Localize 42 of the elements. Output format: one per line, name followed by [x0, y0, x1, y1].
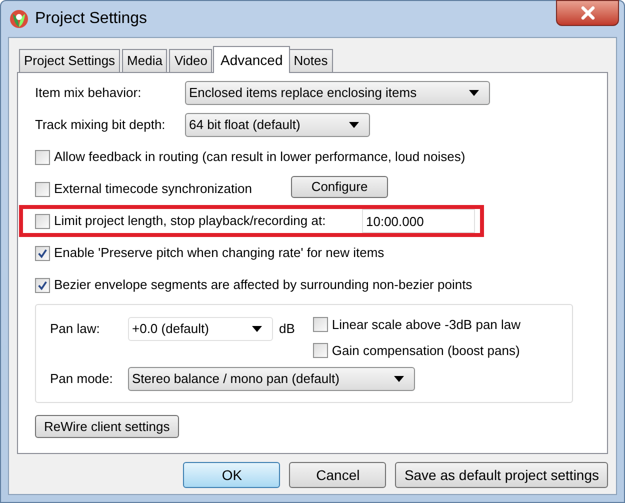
window-title: Project Settings: [35, 9, 148, 29]
tab[interactable]: Advanced: [213, 46, 290, 73]
checkbox-label: Linear scale above -3dB pan law: [332, 316, 521, 334]
rewire-settings-button[interactable]: ReWire client settings: [35, 415, 179, 438]
dropdown[interactable]: 64 bit float (default): [185, 113, 370, 137]
checkbox-label: External timecode synchronization: [54, 180, 252, 198]
dialog-button[interactable]: Cancel: [289, 462, 386, 488]
dialog-button[interactable]: Save as default project settings: [395, 462, 608, 488]
dropdown-arrow-icon: [252, 326, 262, 332]
checkbox[interactable]: [312, 342, 328, 358]
tab[interactable]: Project Settings: [19, 49, 120, 72]
dropdown[interactable]: Stereo balance / mono pan (default): [128, 367, 415, 391]
checkbox[interactable]: [35, 246, 50, 260]
checkbox[interactable]: [35, 278, 50, 292]
dropdown-arrow-icon: [394, 376, 404, 382]
dropdown[interactable]: Enclosed items replace enclosing items: [185, 81, 490, 105]
time-input-field[interactable]: 10:00.000: [362, 209, 475, 233]
checkbox-label: Limit project length, stop playback/recording at:: [54, 212, 326, 230]
tab[interactable]: Video: [169, 49, 212, 72]
pan-law-label: Pan law:: [50, 320, 101, 338]
option-label: Item mix behavior:: [35, 84, 142, 102]
dropdown[interactable]: +0.0 (default): [128, 317, 273, 341]
unit-label: dB: [279, 320, 295, 338]
checkbox[interactable]: [35, 182, 50, 196]
option-label: Track mixing bit depth:: [35, 116, 166, 134]
checkbox-label: Enable 'Preserve pitch when changing rate' for new items: [54, 244, 384, 262]
close-icon: [580, 6, 596, 20]
checkbox-label: Bezier envelope segments are affected by surrounding non-bezier points: [54, 276, 472, 294]
tab[interactable]: Notes: [288, 49, 333, 72]
app-logo-icon: [9, 9, 29, 29]
dropdown-arrow-icon: [349, 122, 359, 128]
dialog-button[interactable]: OK: [183, 462, 280, 488]
dropdown-arrow-icon: [469, 90, 479, 96]
checkbox[interactable]: [35, 150, 50, 164]
close-button[interactable]: [556, 0, 619, 26]
configure-button[interactable]: Configure: [291, 176, 388, 198]
tab[interactable]: Media: [122, 49, 168, 72]
checkbox[interactable]: [35, 214, 50, 228]
checkbox[interactable]: [312, 317, 328, 332]
checkbox-label: Allow feedback in routing (can result in lower performance, loud noises): [54, 148, 466, 166]
checkbox-label: Gain compensation (boost pans): [332, 342, 520, 360]
pan-mode-label: Pan mode:: [50, 370, 114, 388]
